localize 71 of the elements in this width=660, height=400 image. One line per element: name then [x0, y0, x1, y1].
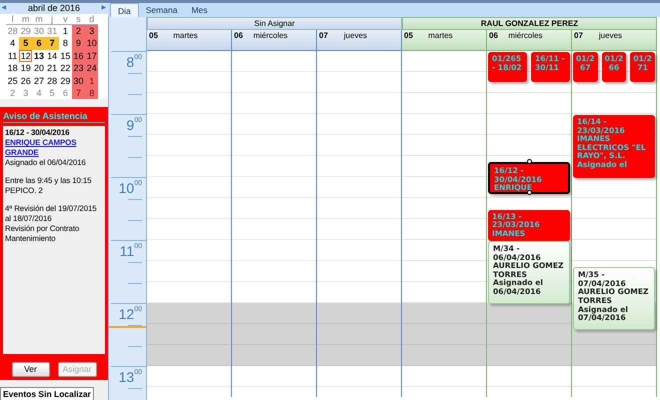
weekday-name: jueves: [342, 30, 368, 42]
view-tab[interactable]: Semana: [138, 3, 184, 17]
calendar-day[interactable]: 26: [19, 74, 32, 87]
calendar-day[interactable]: 3: [85, 25, 98, 38]
calendar-day[interactable]: 25: [6, 74, 20, 87]
calendar-day[interactable]: 13: [32, 50, 46, 62]
calendar-day[interactable]: 30: [32, 25, 46, 38]
calendar-day[interactable]: 31: [46, 25, 59, 38]
calendar-day[interactable]: 7: [72, 86, 86, 100]
calendar-day[interactable]: 2: [6, 86, 20, 100]
calendar-day[interactable]: 20: [32, 62, 46, 75]
calendar-day[interactable]: 1: [85, 74, 98, 87]
calendar-day[interactable]: 7: [46, 37, 59, 50]
calendar-day[interactable]: 6: [58, 86, 72, 100]
current-time-line: [109, 326, 146, 328]
calendar-day[interactable]: 18: [6, 62, 20, 75]
calendar-day[interactable]: 17: [85, 50, 98, 62]
calendar-day[interactable]: 29: [19, 25, 32, 38]
calendar-day[interactable]: 8: [58, 37, 72, 50]
weekday-name: miércoles: [507, 30, 544, 42]
weekday-name: martes: [427, 30, 454, 42]
day-number: 07: [319, 30, 328, 42]
calendar-day[interactable]: 19: [19, 62, 32, 75]
weekday-label: m: [19, 14, 32, 25]
calendar-day[interactable]: 2: [72, 25, 86, 38]
calendar-day[interactable]: 30: [72, 74, 86, 87]
day-number: 06: [489, 30, 498, 42]
calendar-day[interactable]: 9: [72, 37, 86, 50]
calendar-day[interactable]: 11: [6, 50, 20, 62]
calendar-day[interactable]: 28: [46, 74, 59, 87]
day-number: 05: [149, 30, 158, 42]
weekday-label: m: [32, 14, 46, 25]
resize-handle[interactable]: [527, 190, 532, 195]
weekday-name: miércoles: [252, 30, 289, 42]
view-tab[interactable]: Dia: [110, 3, 139, 17]
calendar-day[interactable]: 21: [46, 62, 59, 75]
weekday-label: j: [46, 14, 59, 25]
resource-header: Sin Asignar: [147, 17, 402, 30]
weekday-label: v: [58, 14, 72, 25]
calendar-day[interactable]: 16: [72, 50, 86, 62]
weekday-name: jueves: [598, 30, 624, 42]
day-number: 07: [574, 30, 583, 42]
alert-title: Aviso de Asistencia: [3, 110, 105, 124]
month-title: abril de 2016: [28, 3, 80, 14]
calendar-day[interactable]: 5: [46, 86, 59, 100]
weekday-label: l: [6, 14, 20, 25]
calendar-day[interactable]: 28: [6, 25, 20, 38]
day-number: 05: [404, 30, 413, 42]
calendar-day[interactable]: 5: [19, 37, 32, 50]
calendar-day[interactable]: 6: [32, 37, 46, 50]
bottom-tab[interactable]: Eventos Sin Localizar: [0, 387, 94, 400]
calendar-day[interactable]: 3: [19, 86, 32, 100]
calendar-day[interactable]: 23: [72, 62, 86, 75]
calendar-day[interactable]: 4: [6, 37, 20, 50]
calendar-day[interactable]: 12: [19, 50, 32, 62]
view-button[interactable]: Ver: [12, 362, 50, 378]
calendar-day[interactable]: 27: [32, 74, 46, 87]
calendar-day[interactable]: 29: [58, 74, 72, 87]
weekday-name: martes: [172, 30, 199, 42]
calendar-day[interactable]: 4: [32, 86, 46, 100]
resize-handle[interactable]: [527, 159, 532, 164]
calendar-day[interactable]: 24: [85, 62, 98, 75]
calendar-day[interactable]: 10: [85, 37, 98, 50]
calendar-day[interactable]: 15: [58, 50, 72, 62]
calendar-day[interactable]: 1: [58, 25, 72, 38]
calendar-day[interactable]: 22: [58, 62, 72, 75]
calendar-day[interactable]: 14: [46, 50, 59, 62]
calendar-day[interactable]: 8: [85, 86, 98, 100]
resource-header: RAUL GONZALEZ PEREZ: [402, 17, 657, 30]
day-number: 06: [234, 30, 243, 42]
view-tab[interactable]: Mes: [184, 3, 214, 17]
